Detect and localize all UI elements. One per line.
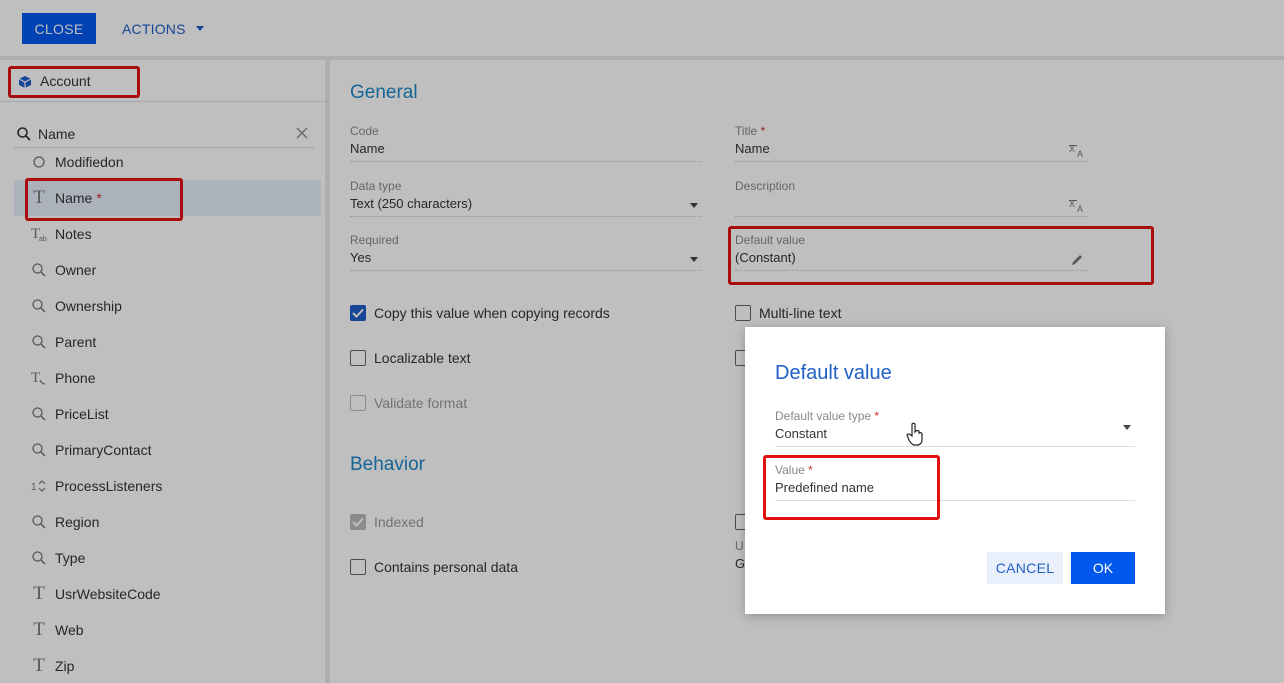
field-value: Predefined name (775, 480, 875, 495)
dialog-title: Default value (775, 362, 892, 384)
chevron-down-icon (1123, 425, 1131, 430)
field-value: Constant (775, 426, 828, 441)
cancel-button[interactable]: CANCEL (987, 552, 1063, 584)
ok-button[interactable]: OK (1071, 552, 1135, 584)
hand-cursor-icon (906, 422, 923, 446)
default-value-dialog: Default value Default value type * Const… (745, 327, 1165, 614)
default-value-type-dropdown[interactable]: Default value type * Constant (775, 409, 1135, 447)
value-input[interactable]: Value * Predefined name (775, 463, 1135, 501)
field-label: Value * (775, 463, 813, 477)
field-label: Default value type * (775, 409, 880, 423)
